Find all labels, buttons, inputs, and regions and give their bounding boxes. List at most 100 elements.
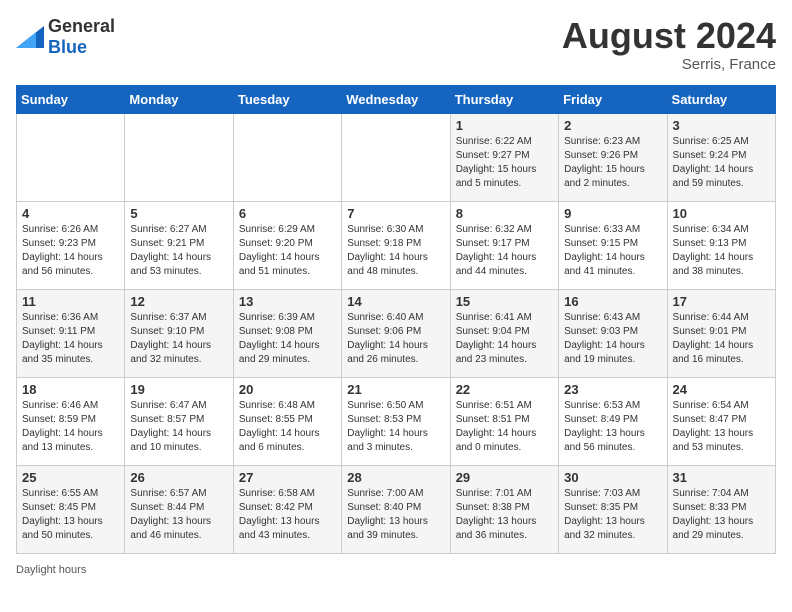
calendar-cell: 26 Sunrise: 6:57 AM Sunset: 8:44 PM Dayli…: [125, 465, 233, 553]
day-number: 30: [564, 470, 661, 485]
calendar-cell: 25Sunrise: 6:55 AM Sunset: 8:45 PM Dayli…: [17, 465, 125, 553]
day-info: Sunrise: 6:51 AM Sunset: 8:51 PM Dayligh…: [456, 399, 553, 455]
day-number: 16: [564, 294, 661, 309]
day-number: 25: [22, 470, 119, 485]
calendar-cell: 13Sunrise: 6:39 AM Sunset: 9:08 PM Dayli…: [233, 289, 341, 377]
day-info: Sunrise: 6:30 AM Sunset: 9:18 PM Dayligh…: [347, 223, 444, 279]
day-number: 21: [347, 382, 444, 397]
calendar-cell: 5 Sunrise: 6:27 AM Sunset: 9:21 PM Daylig…: [125, 201, 233, 289]
day-number: 28: [347, 470, 444, 485]
day-number: 3: [673, 118, 770, 133]
day-number: 7: [347, 206, 444, 221]
title-block: August 2024 Serris, France: [562, 16, 776, 73]
calendar-cell: [17, 113, 125, 201]
day-of-week-header: Monday: [125, 85, 233, 113]
day-number: 12: [130, 294, 227, 309]
calendar-week-row: 4 Sunrise: 6:26 AM Sunset: 9:23 PM Daylig…: [17, 201, 776, 289]
day-number: 29: [456, 470, 553, 485]
calendar-cell: 10 Sunrise: 6:34 AM Sunset: 9:13 PM Dayli…: [667, 201, 775, 289]
calendar-cell: 1 Sunrise: 6:22 AM Sunset: 9:27 PM Daylig…: [450, 113, 558, 201]
day-number: 10: [673, 206, 770, 221]
day-number: 20: [239, 382, 336, 397]
day-of-week-header: Saturday: [667, 85, 775, 113]
calendar-cell: 16 Sunrise: 6:43 AM Sunset: 9:03 PM Dayli…: [559, 289, 667, 377]
day-number: 26: [130, 470, 227, 485]
calendar-cell: 19 Sunrise: 6:47 AM Sunset: 8:57 PM Dayli…: [125, 377, 233, 465]
day-of-week-header: Thursday: [450, 85, 558, 113]
location-subtitle: Serris, France: [562, 56, 776, 73]
day-number: 1: [456, 118, 553, 133]
calendar-cell: 28 Sunrise: 7:00 AM Sunset: 8:40 PM Dayli…: [342, 465, 450, 553]
daylight-label: Daylight hours: [16, 564, 86, 576]
page-header: General Blue August 2024 Serris, France: [16, 16, 776, 73]
calendar-cell: 15 Sunrise: 6:41 AM Sunset: 9:04 PM Dayli…: [450, 289, 558, 377]
calendar-cell: 27 Sunrise: 6:58 AM Sunset: 8:42 PM Dayli…: [233, 465, 341, 553]
day-number: 27: [239, 470, 336, 485]
calendar-cell: 22 Sunrise: 6:51 AM Sunset: 8:51 PM Dayli…: [450, 377, 558, 465]
logo: General Blue: [16, 16, 115, 58]
day-number: 9: [564, 206, 661, 221]
day-info: Sunrise: 6:50 AM Sunset: 8:53 PM Dayligh…: [347, 399, 444, 455]
calendar-week-row: 11 Sunrise: 6:36 AM Sunset: 9:11 PM Dayli…: [17, 289, 776, 377]
calendar-cell: 11 Sunrise: 6:36 AM Sunset: 9:11 PM Dayli…: [17, 289, 125, 377]
day-info: Sunrise: 6:41 AM Sunset: 9:04 PM Dayligh…: [456, 311, 553, 367]
day-info: Sunrise: 6:36 AM Sunset: 9:11 PM Dayligh…: [22, 311, 119, 367]
calendar-cell: 17 Sunrise: 6:44 AM Sunset: 9:01 PM Dayli…: [667, 289, 775, 377]
logo-general: General: [48, 16, 115, 36]
day-number: 2: [564, 118, 661, 133]
calendar-cell: 24Sunrise: 6:54 AM Sunset: 8:47 PM Dayli…: [667, 377, 775, 465]
day-of-week-header: Tuesday: [233, 85, 341, 113]
calendar-header: SundayMondayTuesdayWednesdayThursdayFrid…: [17, 85, 776, 113]
day-info: Sunrise: 6:22 AM Sunset: 9:27 PM Dayligh…: [456, 135, 553, 191]
calendar-cell: [233, 113, 341, 201]
day-number: 8: [456, 206, 553, 221]
day-number: 11: [22, 294, 119, 309]
logo-text: General Blue: [48, 16, 115, 58]
day-of-week-header: Sunday: [17, 85, 125, 113]
day-info: Sunrise: 6:23 AM Sunset: 9:26 PM Dayligh…: [564, 135, 661, 191]
day-number: 5: [130, 206, 227, 221]
day-info: Sunrise: 6:37 AM Sunset: 9:10 PM Dayligh…: [130, 311, 227, 367]
day-number: 15: [456, 294, 553, 309]
calendar-cell: 23Sunrise: 6:53 AM Sunset: 8:49 PM Dayli…: [559, 377, 667, 465]
day-info: Sunrise: 6:33 AM Sunset: 9:15 PM Dayligh…: [564, 223, 661, 279]
day-number: 31: [673, 470, 770, 485]
day-number: 17: [673, 294, 770, 309]
day-info: Sunrise: 6:32 AM Sunset: 9:17 PM Dayligh…: [456, 223, 553, 279]
calendar-cell: 4 Sunrise: 6:26 AM Sunset: 9:23 PM Daylig…: [17, 201, 125, 289]
day-number: 4: [22, 206, 119, 221]
calendar-cell: 29Sunrise: 7:01 AM Sunset: 8:38 PM Dayli…: [450, 465, 558, 553]
day-info: Sunrise: 6:47 AM Sunset: 8:57 PM Dayligh…: [130, 399, 227, 455]
day-of-week-header: Wednesday: [342, 85, 450, 113]
day-info: Sunrise: 6:58 AM Sunset: 8:42 PM Dayligh…: [239, 487, 336, 543]
calendar-cell: 9 Sunrise: 6:33 AM Sunset: 9:15 PM Daylig…: [559, 201, 667, 289]
day-number: 22: [456, 382, 553, 397]
calendar-cell: [125, 113, 233, 201]
day-info: Sunrise: 6:57 AM Sunset: 8:44 PM Dayligh…: [130, 487, 227, 543]
calendar-cell: 3 Sunrise: 6:25 AM Sunset: 9:24 PM Daylig…: [667, 113, 775, 201]
day-info: Sunrise: 6:44 AM Sunset: 9:01 PM Dayligh…: [673, 311, 770, 367]
day-number: 14: [347, 294, 444, 309]
day-info: Sunrise: 6:39 AM Sunset: 9:08 PM Dayligh…: [239, 311, 336, 367]
logo-icon: [16, 26, 44, 48]
day-info: Sunrise: 7:04 AM Sunset: 8:33 PM Dayligh…: [673, 487, 770, 543]
calendar-cell: [342, 113, 450, 201]
day-info: Sunrise: 6:53 AM Sunset: 8:49 PM Dayligh…: [564, 399, 661, 455]
day-info: Sunrise: 6:25 AM Sunset: 9:24 PM Dayligh…: [673, 135, 770, 191]
calendar-cell: 18Sunrise: 6:46 AM Sunset: 8:59 PM Dayli…: [17, 377, 125, 465]
calendar-table: SundayMondayTuesdayWednesdayThursdayFrid…: [16, 85, 776, 554]
day-number: 19: [130, 382, 227, 397]
day-of-week-header: Friday: [559, 85, 667, 113]
calendar-week-row: 1 Sunrise: 6:22 AM Sunset: 9:27 PM Daylig…: [17, 113, 776, 201]
day-info: Sunrise: 6:27 AM Sunset: 9:21 PM Dayligh…: [130, 223, 227, 279]
day-info: Sunrise: 6:54 AM Sunset: 8:47 PM Dayligh…: [673, 399, 770, 455]
calendar-cell: 14 Sunrise: 6:40 AM Sunset: 9:06 PM Dayli…: [342, 289, 450, 377]
day-number: 18: [22, 382, 119, 397]
day-info: Sunrise: 6:43 AM Sunset: 9:03 PM Dayligh…: [564, 311, 661, 367]
calendar-cell: 31 Sunrise: 7:04 AM Sunset: 8:33 PM Dayli…: [667, 465, 775, 553]
day-info: Sunrise: 6:26 AM Sunset: 9:23 PM Dayligh…: [22, 223, 119, 279]
day-info: Sunrise: 6:40 AM Sunset: 9:06 PM Dayligh…: [347, 311, 444, 367]
day-info: Sunrise: 7:00 AM Sunset: 8:40 PM Dayligh…: [347, 487, 444, 543]
day-info: Sunrise: 6:34 AM Sunset: 9:13 PM Dayligh…: [673, 223, 770, 279]
calendar-cell: 2 Sunrise: 6:23 AM Sunset: 9:26 PM Daylig…: [559, 113, 667, 201]
